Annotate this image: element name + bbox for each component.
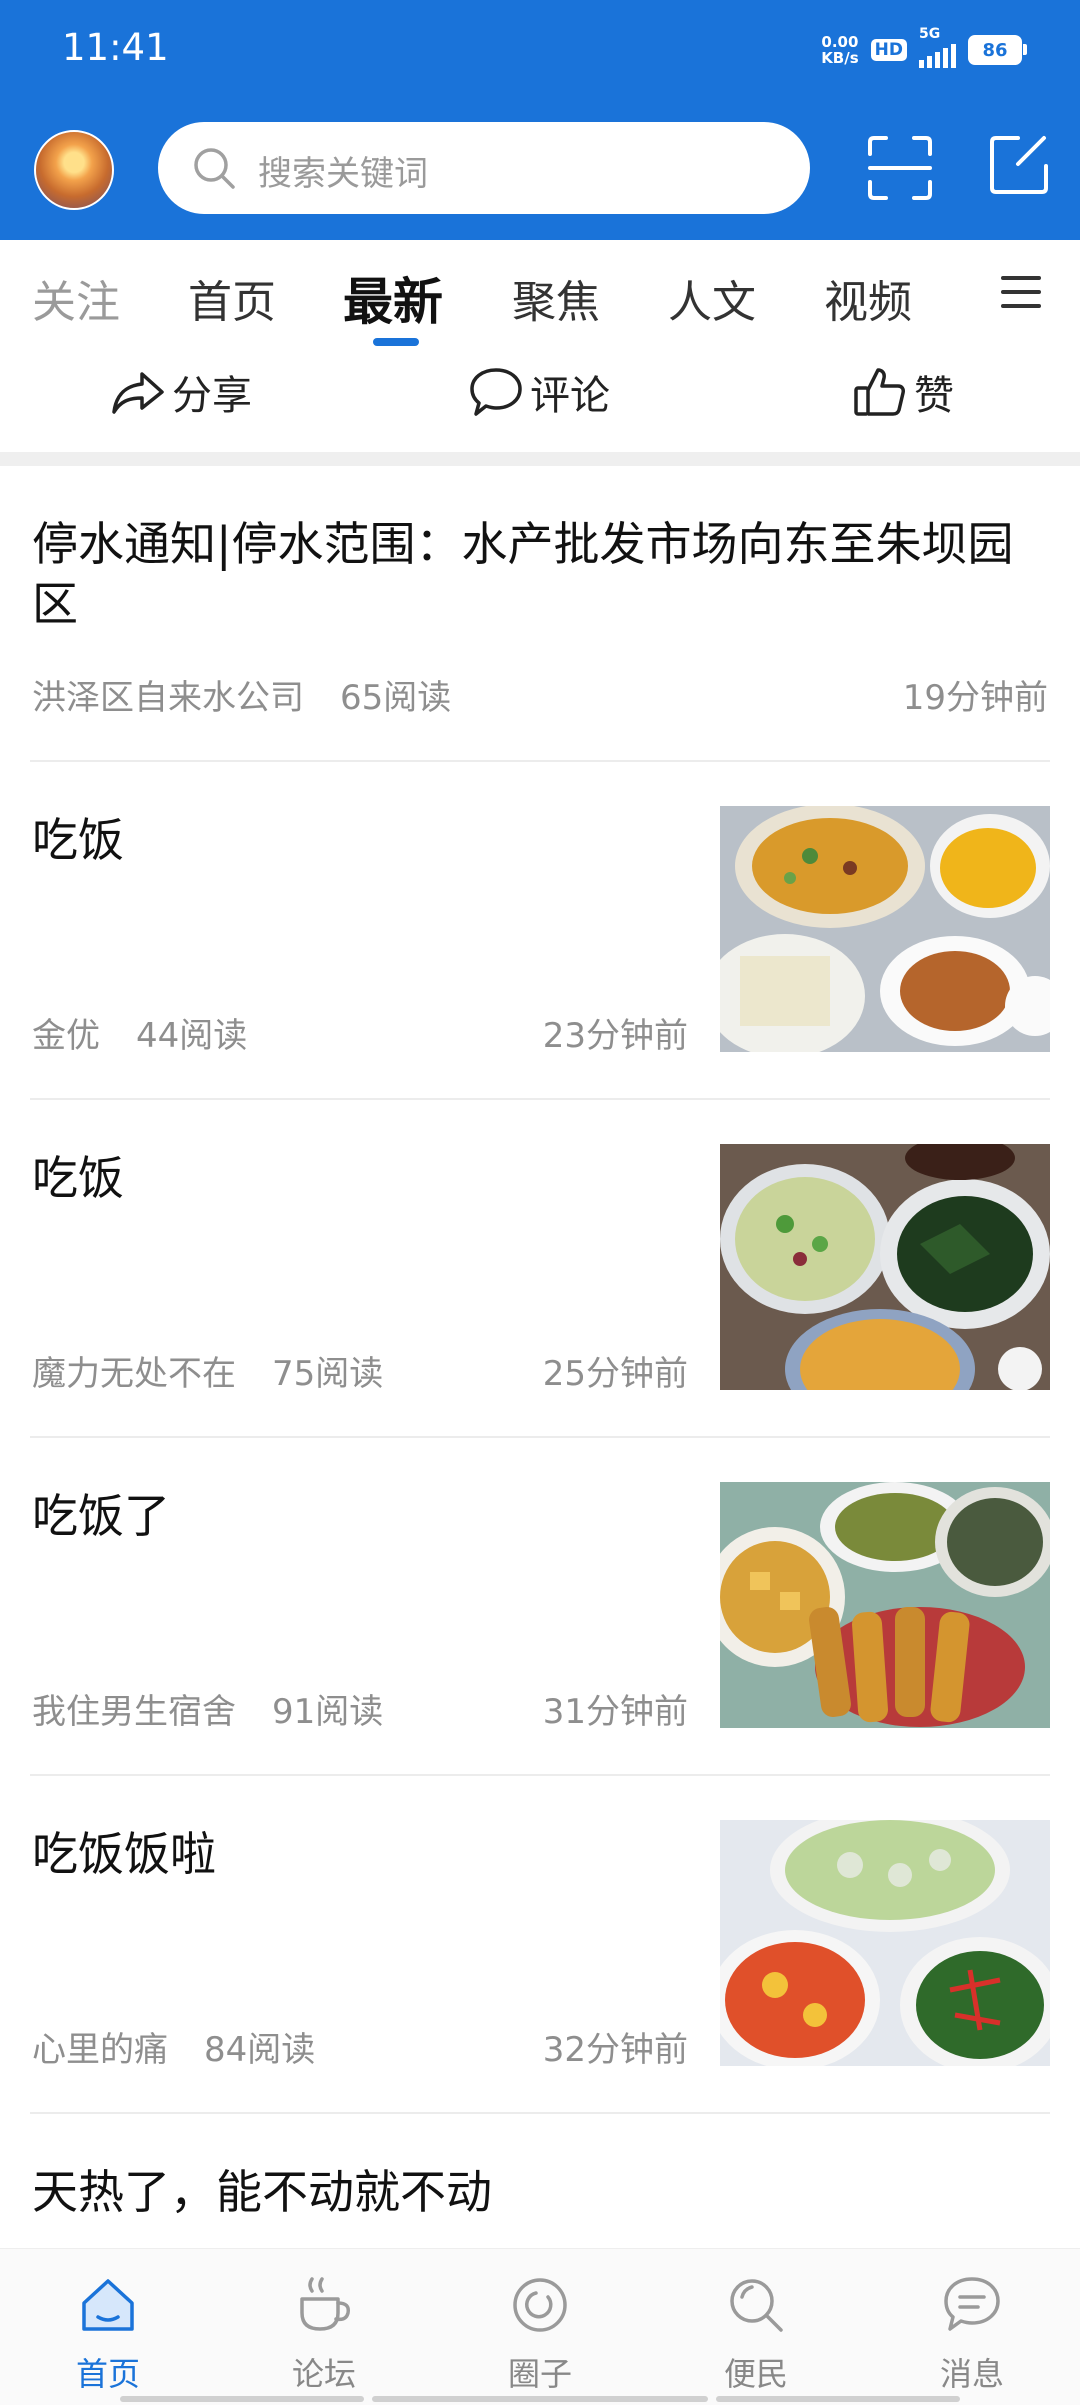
- feed-item-title[interactable]: 停水通知|停水范围：水产批发市场向东至朱坝园区: [32, 514, 1052, 634]
- net-speed: 0.00 KB/s: [821, 34, 858, 66]
- active-tab-indicator: [373, 338, 419, 346]
- feed-item-time: 32分钟前: [542, 2030, 688, 2070]
- like-button[interactable]: 赞: [852, 360, 954, 424]
- nav-circle-label: 圈子: [507, 2355, 572, 2393]
- scroll-indicator: [716, 2396, 960, 2402]
- edit-icon[interactable]: [988, 134, 1050, 196]
- feed-item-meta: 心里的痛 84阅读: [32, 2022, 315, 2071]
- home-icon: [82, 2279, 134, 2331]
- feed-item-author: 魔力无处不在: [32, 1354, 236, 1394]
- feed-item-meta: 魔力无处不在 75阅读: [32, 1346, 383, 1395]
- category-tabs: 关注 首页 最新 聚焦 人文 视频: [0, 240, 1080, 350]
- tab-latest[interactable]: 最新: [343, 262, 443, 334]
- feed-item-meta: 金优 44阅读: [32, 1008, 247, 1057]
- signal-icon: 5G: [919, 26, 956, 68]
- feed-item-thumbnail[interactable]: [720, 1820, 1050, 2066]
- comment-button[interactable]: 评论: [468, 360, 610, 424]
- search-placeholder: 搜索关键词: [258, 154, 428, 194]
- nav-messages-label: 消息: [939, 2355, 1004, 2393]
- feed-item-reads: 44阅读: [136, 1016, 248, 1056]
- nav-home-label: 首页: [75, 2355, 140, 2393]
- circle-icon: [513, 2278, 567, 2332]
- feed-item-title[interactable]: 吃饭了: [32, 1486, 170, 1546]
- thumbs-up-icon: [854, 368, 905, 416]
- status-time: 11:41: [62, 26, 169, 69]
- avatar[interactable]: [34, 130, 114, 210]
- feed-item-title[interactable]: 吃饭: [32, 1148, 124, 1208]
- feed-item-reads: 91阅读: [272, 1692, 384, 1732]
- net-speed-unit: KB/s: [821, 49, 859, 67]
- menu-icon[interactable]: [1000, 272, 1042, 312]
- nav-home[interactable]: 首页: [28, 2249, 188, 2405]
- feed-item-reads: 65阅读: [340, 678, 452, 718]
- divider: [30, 1098, 1050, 1100]
- feed-item-meta: 我住男生宿舍 91阅读: [32, 1684, 383, 1733]
- nav-forum[interactable]: 论坛: [244, 2249, 404, 2405]
- feed-item-title[interactable]: 天热了，能不动就不动: [32, 2162, 492, 2222]
- share-icon: [112, 372, 164, 414]
- divider: [30, 760, 1050, 762]
- feed-item-thumbnail[interactable]: [720, 806, 1050, 1052]
- share-button[interactable]: 分享: [110, 360, 252, 424]
- food-photo: [720, 1144, 1050, 1390]
- tab-follow[interactable]: 关注: [32, 266, 120, 330]
- divider: [30, 1436, 1050, 1438]
- nav-forum-label: 论坛: [291, 2355, 356, 2393]
- like-label: 赞: [914, 373, 954, 419]
- divider: [30, 2112, 1050, 2114]
- bottom-nav: 首页 论坛 圈子 便民 消息: [0, 2248, 1080, 2405]
- feed-item-time: 23分钟前: [542, 1016, 688, 1056]
- search-icon: [194, 148, 235, 189]
- tab-video[interactable]: 视频: [824, 266, 912, 330]
- scan-icon[interactable]: [866, 134, 934, 202]
- nav-circle[interactable]: 圈子: [460, 2249, 620, 2405]
- comment-label: 评论: [530, 373, 610, 419]
- food-photo: [720, 1820, 1050, 2066]
- network-type: 5G: [919, 26, 941, 42]
- nav-convenience-label: 便民: [723, 2355, 788, 2393]
- scroll-indicator: [120, 2396, 364, 2402]
- search-icon: [730, 2279, 783, 2332]
- food-photo: [720, 1482, 1050, 1728]
- feed-item-time: 19分钟前: [902, 678, 1048, 718]
- coffee-cup-icon: [300, 2277, 351, 2331]
- feed-item-thumbnail[interactable]: [720, 1482, 1050, 1728]
- food-photo: [720, 806, 1050, 1052]
- tab-home[interactable]: 首页: [188, 266, 276, 330]
- battery-icon: 86: [968, 35, 1027, 65]
- search-input[interactable]: 搜索关键词: [158, 122, 810, 214]
- feed-item-time: 25分钟前: [542, 1354, 688, 1394]
- feed-item-title[interactable]: 吃饭: [32, 810, 124, 870]
- tab-focus[interactable]: 聚焦: [512, 266, 600, 330]
- feed-item-author: 洪泽区自来水公司: [32, 678, 304, 718]
- scroll-indicator: [372, 2396, 708, 2402]
- feed-item-author: 我住男生宿舍: [32, 1692, 236, 1732]
- feed-item-time: 31分钟前: [542, 1692, 688, 1732]
- battery-level: 86: [982, 39, 1008, 61]
- feed-item-reads: 84阅读: [204, 2030, 316, 2070]
- hd-badge: HD: [870, 39, 907, 61]
- feed-item-reads: 75阅读: [272, 1354, 384, 1394]
- section-divider: [0, 452, 1080, 466]
- feed-item-meta: 洪泽区自来水公司 65阅读: [32, 670, 451, 719]
- top-header: 11:41 0.00 KB/s HD 5G 86 搜索关键词: [0, 0, 1080, 240]
- tab-culture[interactable]: 人文: [668, 266, 756, 330]
- comment-icon: [470, 368, 522, 416]
- feed-item-title[interactable]: 吃饭饭啦: [32, 1824, 216, 1884]
- net-speed-value: 0.00: [821, 33, 859, 51]
- chat-bubble-icon: [944, 2277, 1000, 2331]
- feed-item-thumbnail[interactable]: [720, 1144, 1050, 1390]
- feed-item-author: 金优: [32, 1016, 100, 1056]
- feed-item-author: 心里的痛: [32, 2030, 168, 2070]
- nav-convenience[interactable]: 便民: [676, 2249, 836, 2405]
- share-label: 分享: [172, 373, 252, 419]
- status-icons: 0.00 KB/s HD 5G 86: [821, 26, 1027, 70]
- nav-messages[interactable]: 消息: [892, 2249, 1052, 2405]
- divider: [30, 1774, 1050, 1776]
